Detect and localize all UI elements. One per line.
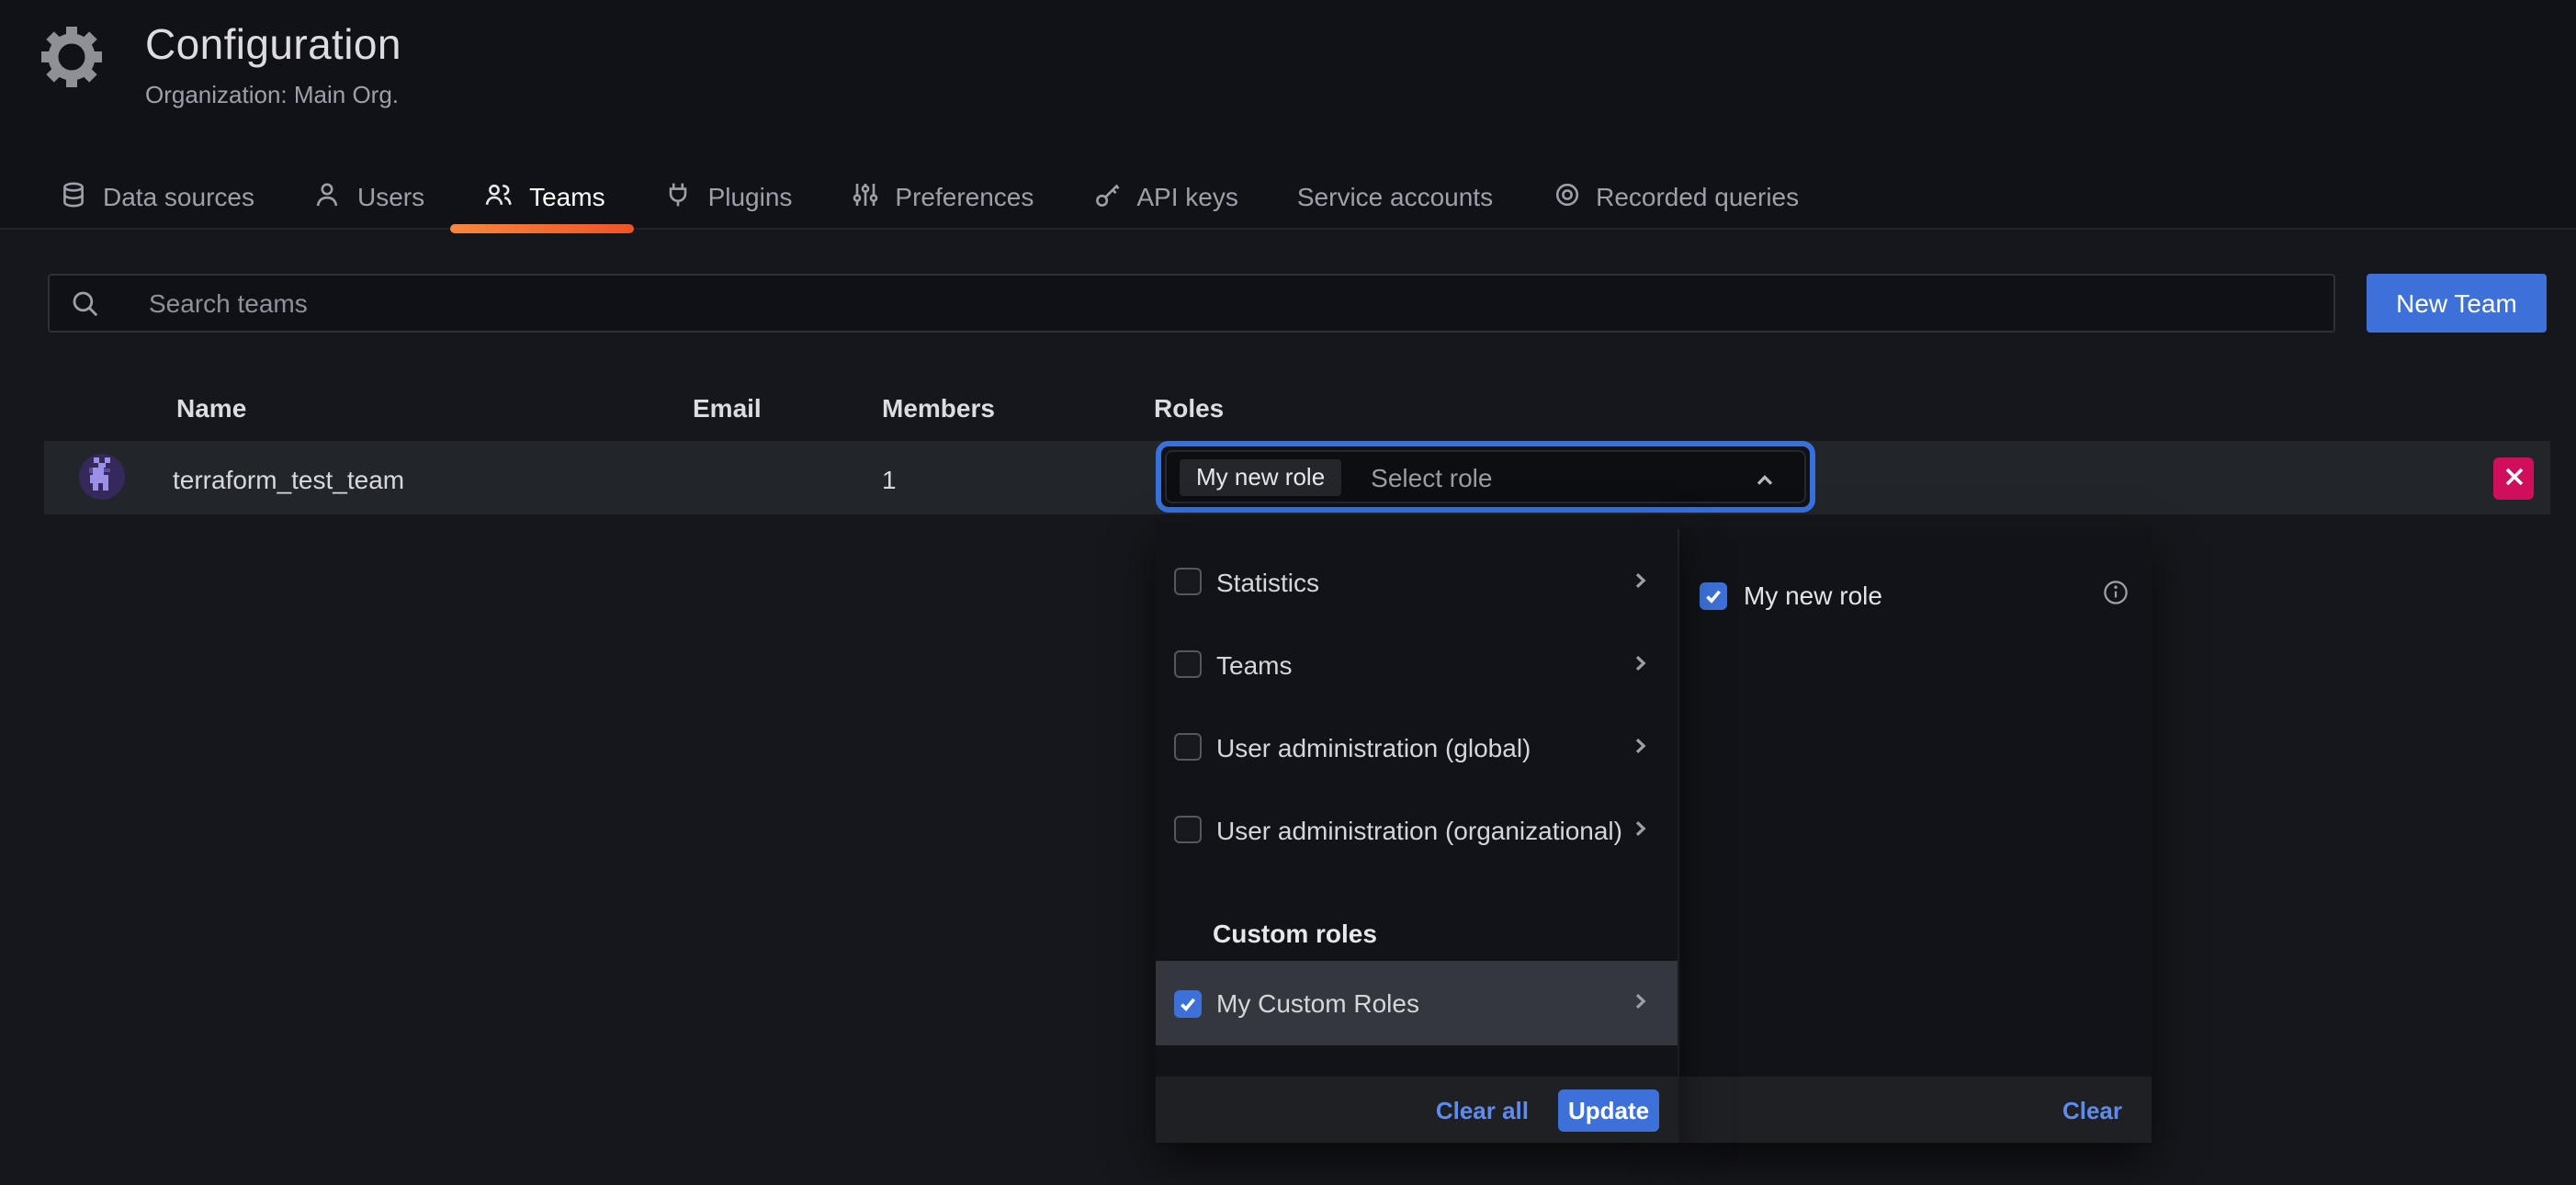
checkbox[interactable] bbox=[1174, 650, 1202, 678]
tab-label: Users bbox=[357, 182, 424, 211]
sliders-icon bbox=[851, 179, 880, 214]
role-menu-footer: Clear all Update bbox=[1156, 1077, 1678, 1143]
team-name: terraform_test_team bbox=[173, 465, 404, 494]
delete-team-button[interactable] bbox=[2493, 457, 2534, 500]
menu-item-label: My Custom Roles bbox=[1216, 988, 1419, 1018]
tab-users[interactable]: Users bbox=[288, 164, 450, 230]
menu-item-teams[interactable]: Teams bbox=[1156, 623, 1678, 705]
key-icon bbox=[1092, 179, 1122, 214]
team-members: 1 bbox=[882, 465, 897, 494]
user-icon bbox=[313, 179, 343, 214]
menu-item-label: Statistics bbox=[1216, 567, 1319, 596]
team-avatar bbox=[79, 454, 125, 500]
role-picker[interactable]: My new role Select role bbox=[1156, 441, 1815, 513]
tab-label: Recorded queries bbox=[1596, 182, 1799, 211]
tab-data-sources[interactable]: Data sources bbox=[33, 164, 280, 230]
submenu-item-my-new-role[interactable]: My new role bbox=[1679, 568, 2152, 623]
update-button[interactable]: Update bbox=[1558, 1089, 1659, 1131]
clear-all-button[interactable]: Clear all bbox=[1436, 1096, 1529, 1123]
menu-item-statistics[interactable]: Statistics bbox=[1156, 540, 1678, 623]
tab-api-keys[interactable]: API keys bbox=[1067, 164, 1264, 230]
new-team-button[interactable]: New Team bbox=[2367, 274, 2547, 333]
clear-button[interactable]: Clear bbox=[2062, 1096, 2122, 1123]
checkbox[interactable] bbox=[1174, 733, 1202, 761]
database-icon bbox=[59, 179, 88, 214]
tab-service-accounts[interactable]: Service accounts bbox=[1271, 164, 1519, 230]
chevron-right-icon bbox=[1630, 567, 1652, 596]
column-header-name: Name bbox=[176, 393, 246, 423]
tab-plugins[interactable]: Plugins bbox=[638, 164, 819, 230]
chevron-right-icon bbox=[1630, 732, 1652, 762]
tab-preferences[interactable]: Preferences bbox=[825, 164, 1059, 230]
plug-icon bbox=[664, 179, 694, 214]
search-icon bbox=[70, 288, 101, 329]
search-input[interactable] bbox=[149, 276, 2317, 331]
checkbox[interactable] bbox=[1174, 568, 1202, 595]
grafana-configuration-page: Configuration Organization: Main Org. Da… bbox=[0, 0, 2576, 1185]
role-picker-placeholder: Select role bbox=[1371, 462, 1492, 491]
chevron-right-icon bbox=[1630, 649, 1652, 679]
tab-label: Plugins bbox=[708, 182, 793, 211]
page-title: Configuration bbox=[145, 20, 401, 70]
menu-item-label: User administration (global) bbox=[1216, 732, 1531, 762]
tab-teams[interactable]: Teams bbox=[458, 164, 630, 230]
submenu-item-label: My new role bbox=[1744, 581, 1882, 610]
info-icon[interactable] bbox=[2102, 579, 2130, 612]
users-icon bbox=[483, 179, 514, 214]
column-header-roles: Roles bbox=[1154, 393, 1224, 423]
tab-label: Service accounts bbox=[1297, 182, 1493, 211]
menu-item-user-administration-organizational[interactable]: User administration (organizational) bbox=[1156, 788, 1678, 871]
menu-item-label: Teams bbox=[1216, 649, 1292, 679]
selected-role-badge[interactable]: My new role bbox=[1180, 458, 1341, 495]
chevron-right-icon bbox=[1630, 988, 1652, 1018]
tab-label: Preferences bbox=[895, 182, 1034, 211]
role-submenu: My new role Clear bbox=[1678, 529, 2152, 1143]
role-submenu-footer: Clear bbox=[1679, 1077, 2152, 1143]
checkbox[interactable] bbox=[1174, 816, 1202, 843]
tab-recorded-queries[interactable]: Recorded queries bbox=[1526, 164, 1825, 230]
column-header-email: Email bbox=[693, 393, 762, 423]
tab-bar: Data sources Users Teams Plugins Prefere… bbox=[33, 164, 1832, 230]
tab-label: Data sources bbox=[103, 182, 254, 211]
column-header-members: Members bbox=[882, 393, 995, 423]
custom-roles-header: Custom roles bbox=[1213, 919, 1377, 948]
gear-icon bbox=[35, 18, 108, 105]
role-menu: Statistics Teams User administration (gl… bbox=[1156, 522, 1678, 1143]
checkbox-checked[interactable] bbox=[1174, 989, 1202, 1017]
menu-item-my-custom-roles[interactable]: My Custom Roles bbox=[1156, 961, 1678, 1045]
page-subtitle: Organization: Main Org. bbox=[145, 81, 399, 108]
chevron-up-icon[interactable] bbox=[1751, 467, 1779, 503]
search-box bbox=[48, 274, 2335, 333]
record-icon bbox=[1552, 179, 1581, 214]
tab-label: API keys bbox=[1136, 182, 1238, 211]
checkbox-checked[interactable] bbox=[1700, 581, 1727, 609]
close-icon bbox=[2503, 465, 2524, 492]
tab-label: Teams bbox=[529, 182, 604, 211]
role-picker-input: My new role Select role bbox=[1165, 450, 1806, 503]
menu-item-user-administration-global[interactable]: User administration (global) bbox=[1156, 705, 1678, 788]
menu-item-label: User administration (organizational) bbox=[1216, 815, 1622, 844]
chevron-right-icon bbox=[1630, 815, 1652, 844]
